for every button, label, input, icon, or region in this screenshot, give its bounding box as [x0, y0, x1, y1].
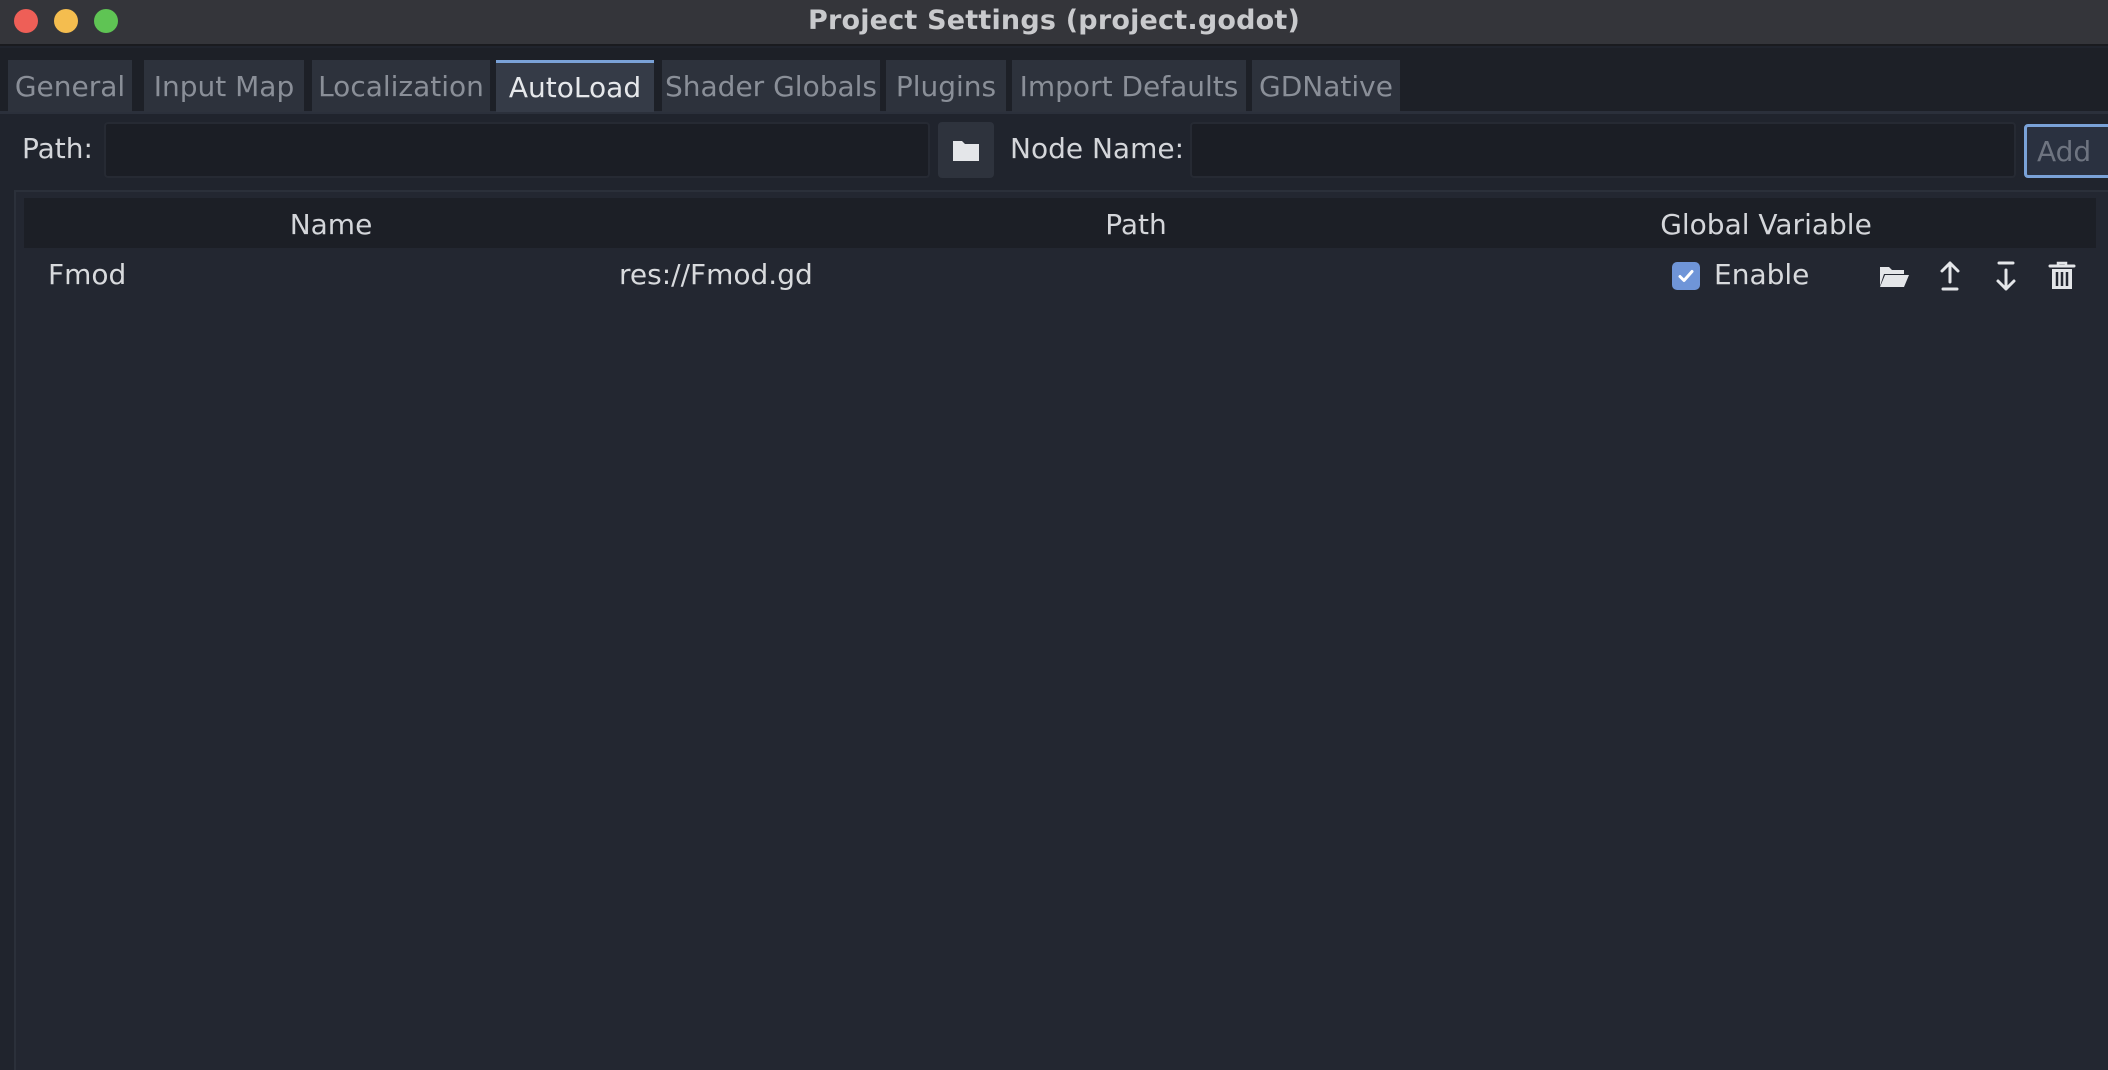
title-bar: Project Settings (project.godot) [0, 0, 2108, 46]
tab-autoload[interactable]: AutoLoad [496, 60, 654, 112]
move-up-button[interactable] [1930, 256, 1970, 296]
global-variable-checkbox[interactable] [1672, 262, 1700, 290]
move-down-button[interactable] [1986, 256, 2026, 296]
node-name-label: Node Name: [1010, 132, 1185, 165]
table-header: Name Path Global Variable [24, 198, 2096, 248]
browse-path-button[interactable] [938, 122, 994, 178]
node-name-input[interactable] [1190, 122, 2016, 178]
delete-icon [2048, 261, 2076, 289]
settings-tab-bar: General Input Map Localization AutoLoad … [0, 48, 2108, 114]
autoload-table: Name Path Global Variable Fmod res://Fmo… [14, 190, 2108, 1070]
global-variable-label: Enable [1714, 258, 1810, 291]
tab-input-map[interactable]: Input Map [144, 60, 304, 112]
tab-general[interactable]: General [8, 60, 132, 112]
add-autoload-button[interactable]: Add [2024, 124, 2108, 178]
tab-plugins[interactable]: Plugins [886, 60, 1006, 112]
move-down-icon [1996, 261, 2016, 291]
path-input[interactable] [104, 122, 930, 178]
window-title: Project Settings (project.godot) [807, 5, 1301, 36]
tab-localization[interactable]: Localization [312, 60, 490, 112]
tab-gdnative[interactable]: GDNative [1252, 60, 1400, 112]
autoload-name[interactable]: Fmod [48, 258, 126, 291]
delete-button[interactable] [2042, 256, 2082, 296]
checkmark-icon [1678, 270, 1694, 282]
open-folder-button[interactable] [1874, 256, 1914, 296]
move-up-icon [1940, 261, 1960, 291]
column-header-global-variable: Global Variable [1660, 208, 1872, 241]
tab-import-defaults[interactable]: Import Defaults [1012, 60, 1246, 112]
path-label: Path: [22, 132, 93, 165]
column-header-path: Path [1105, 208, 1167, 241]
folder-icon [953, 141, 979, 161]
table-row[interactable]: Fmod res://Fmod.gd Enable [24, 248, 2096, 302]
column-header-name: Name [289, 208, 373, 241]
tab-shader-globals[interactable]: Shader Globals [662, 60, 880, 112]
autoload-path: res://Fmod.gd [619, 258, 813, 291]
open-folder-icon [1880, 267, 1909, 287]
